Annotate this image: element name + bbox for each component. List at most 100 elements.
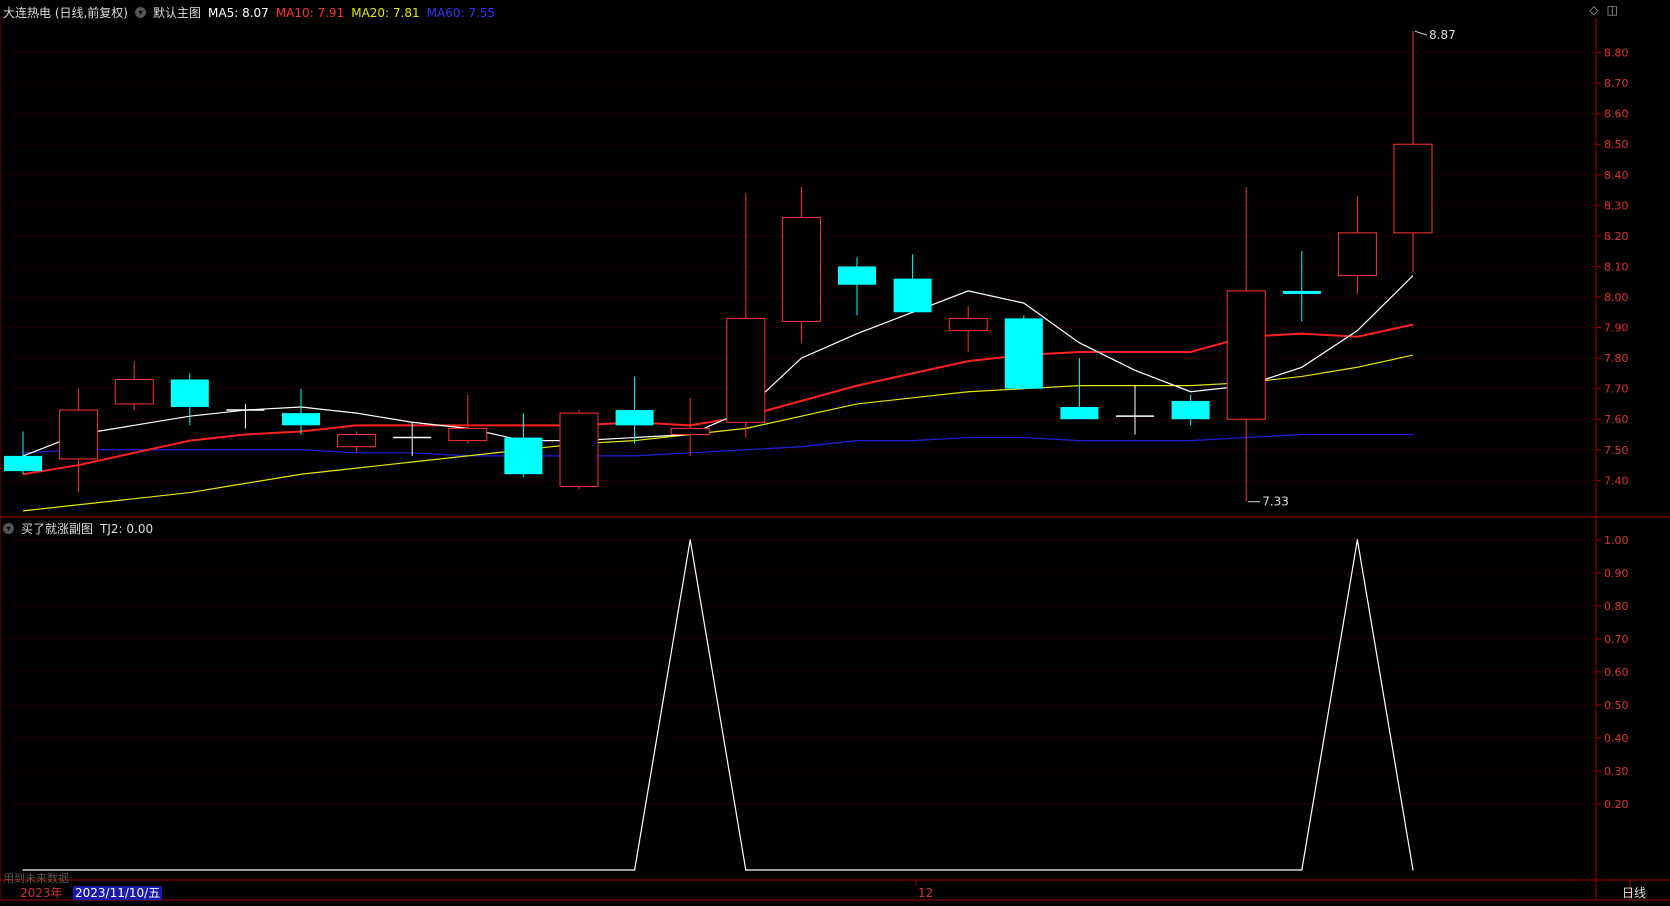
price-tick-label: 7.40	[1604, 474, 1629, 487]
stock-title: 大连热电 (日线,前复权)	[3, 6, 128, 20]
candle-body	[114, 379, 154, 405]
candlestick	[838, 257, 876, 316]
candlestick	[1116, 385, 1154, 435]
tj2-point	[1412, 869, 1414, 871]
candlestick	[282, 388, 320, 435]
main-chart-legend: 大连热电 (日线,前复权) ▾ 默认主图 MA5: 8.07 MA10: 7.9…	[3, 4, 502, 21]
ma60-label: MA60: 7.55	[426, 5, 496, 20]
tj2-point	[856, 869, 858, 871]
year-label: 2023年	[20, 886, 63, 900]
tj2-point	[1078, 869, 1080, 871]
price-tick-label: 7.90	[1604, 322, 1629, 335]
tj2-point	[745, 869, 747, 871]
indicator-tick-label: 0.60	[1604, 666, 1629, 679]
template-dropdown-icon[interactable]: ▾	[135, 7, 146, 18]
tj2-label: TJ2: 0.00	[100, 521, 154, 536]
candle-body	[893, 278, 932, 313]
candlestick	[615, 376, 654, 444]
candle-body	[670, 427, 710, 435]
ma5-label: MA5: 8.07	[208, 5, 269, 20]
candle-body	[170, 379, 209, 407]
window-icon[interactable]: ◫	[1607, 3, 1618, 17]
candle-body	[948, 317, 988, 332]
price-tick-label: 8.80	[1604, 47, 1629, 60]
indicator-name[interactable]: 买了就涨副图	[21, 520, 93, 537]
period-label[interactable]: 日线	[1622, 886, 1646, 900]
candle-body	[1337, 232, 1377, 277]
ma5-line	[22, 275, 1414, 457]
candle-body	[59, 409, 99, 460]
indicator-tick-label: 0.80	[1604, 600, 1629, 613]
tj2-point	[689, 539, 691, 541]
indicator-tick-label: 0.20	[1604, 798, 1629, 811]
tj2-point	[467, 869, 469, 871]
candlestick	[337, 431, 377, 453]
month-label: 12	[918, 886, 934, 900]
indicator-dropdown-icon[interactable]: ▾	[3, 523, 14, 534]
tj2-point	[578, 869, 580, 871]
tj2-point	[300, 869, 302, 871]
indicator-tick-label: 0.70	[1604, 633, 1629, 646]
candlestick	[504, 413, 543, 478]
candlestick	[781, 187, 821, 343]
tj2-point	[634, 869, 636, 871]
candlestick	[1393, 31, 1433, 273]
candlestick	[4, 431, 42, 475]
candlestick	[114, 361, 154, 411]
candlestick	[1004, 315, 1043, 389]
ma10-label: MA10: 7.91	[275, 5, 345, 20]
template-name[interactable]: 默认主图	[153, 4, 201, 21]
indicator-tick-label: 0.90	[1604, 567, 1629, 580]
candle-body	[4, 455, 42, 472]
window-controls: ◇ ◫	[1589, 3, 1618, 17]
tj2-point	[1356, 539, 1358, 541]
price-tick-label: 7.60	[1604, 413, 1629, 426]
candle-body	[1171, 400, 1210, 420]
ma60-line	[22, 433, 1413, 457]
high-price-label: 8.87	[1429, 28, 1456, 42]
candlestick	[893, 254, 932, 313]
indicator-tick-label: 0.30	[1604, 765, 1629, 778]
price-tick-label: 7.80	[1604, 352, 1629, 365]
diamond-icon[interactable]: ◇	[1589, 3, 1598, 17]
candlestick	[726, 193, 766, 438]
low-price-label: 7.33	[1262, 495, 1289, 509]
tj2-point	[1190, 869, 1192, 871]
tj2-point	[189, 869, 191, 871]
candlestick	[1282, 251, 1321, 322]
indicator-tick-label: 0.40	[1604, 732, 1629, 745]
tj2-point	[133, 869, 135, 871]
tj2-point	[967, 869, 969, 871]
stock-chart[interactable]: 8.80 8.70 8.60 8.50 8.40 8.30 8.20 8.10 8.00 7.90…	[0, 0, 1670, 903]
future-data-note: 用到未来数据	[3, 872, 69, 885]
price-tick-label: 8.30	[1604, 199, 1629, 212]
tj2-point	[411, 869, 413, 871]
high-price-arrow	[1414, 30, 1428, 36]
price-tick-label: 8.10	[1604, 260, 1629, 273]
candlestick	[170, 373, 209, 426]
ma20-label: MA20: 7.81	[351, 5, 420, 20]
candle-body	[1393, 143, 1433, 234]
candle-body	[781, 217, 821, 322]
candlestick	[59, 388, 99, 493]
candle-body	[504, 437, 543, 475]
candle-body	[1226, 290, 1266, 420]
tj2-point	[1301, 869, 1303, 871]
candle-body	[1004, 318, 1043, 389]
candlestick	[670, 397, 710, 456]
tj2-point	[912, 869, 914, 871]
candlestick	[448, 394, 488, 444]
tj2-point	[1245, 869, 1247, 871]
price-tick-label: 7.70	[1604, 383, 1629, 396]
candlestick	[948, 306, 988, 352]
candle-body	[282, 413, 320, 426]
price-tick-label: 8.20	[1604, 230, 1629, 243]
candle-body	[448, 427, 488, 442]
tj2-point	[1134, 869, 1136, 871]
candle-body	[838, 266, 876, 285]
tj2-point	[78, 869, 80, 871]
cursor-date: 2023/11/10/五	[73, 886, 163, 900]
tj2-point	[1023, 869, 1025, 871]
tj2-point	[244, 869, 246, 871]
candle-body	[337, 434, 377, 448]
